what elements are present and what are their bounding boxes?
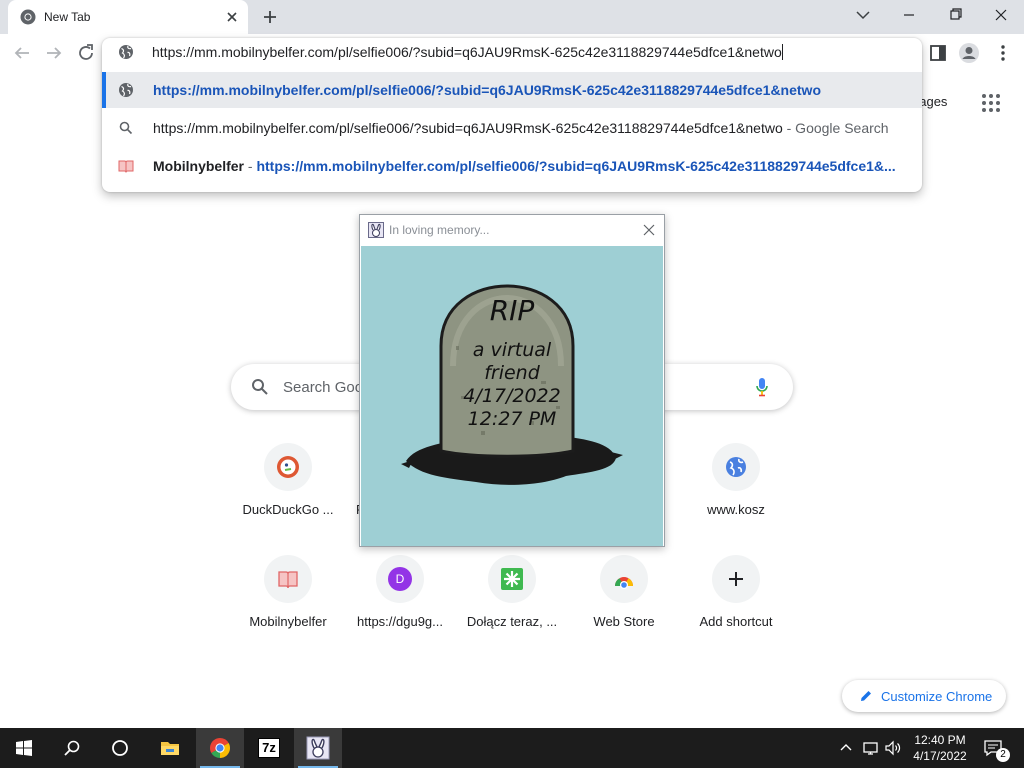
profile-avatar[interactable] — [958, 42, 980, 64]
shortcut-icon-circle: D — [376, 555, 424, 603]
tab-search-chevron-icon[interactable] — [840, 0, 886, 30]
shortcut-icon-circle — [712, 443, 760, 491]
task-view-icon — [112, 740, 128, 756]
shortcut-dolacz-teraz[interactable]: Dołącz teraz, ... — [456, 555, 568, 655]
microphone-icon[interactable] — [755, 377, 769, 397]
google-apps-icon[interactable] — [980, 92, 1002, 114]
shortcut-label: https://dgu9g... — [356, 614, 443, 629]
memorial-popup-window: In loving memory... RIP a virtual friend… — [359, 214, 665, 547]
plus-icon — [729, 572, 743, 586]
close-window-button[interactable] — [978, 0, 1024, 30]
address-bar[interactable]: https://mm.mobilnybelfer.com/pl/selfie00… — [102, 38, 922, 68]
network-icon[interactable] — [862, 740, 880, 756]
tomb-line-text: a virtual — [472, 339, 552, 361]
asterisk-icon — [501, 568, 523, 590]
taskbar-bunny-app[interactable] — [294, 728, 342, 768]
add-shortcut-button[interactable]: Add shortcut — [680, 555, 792, 655]
memorial-content: RIP a virtual friend 4/17/2022 12:27 PM — [361, 246, 663, 546]
file-explorer-icon — [161, 742, 179, 755]
close-tab-icon[interactable] — [224, 9, 240, 25]
shortcut-icon-circle — [264, 443, 312, 491]
windows-taskbar: 7z 12:40 PM 4/17/2022 2 — [0, 728, 1024, 768]
text-caret — [781, 44, 783, 60]
shortcut-label: Dołącz teraz, ... — [466, 614, 558, 629]
webstore-icon — [615, 577, 633, 589]
globe-icon — [726, 457, 746, 477]
omnibox-dropdown: https://mm.mobilnybelfer.com/pl/selfie00… — [102, 38, 922, 192]
shortcut-icon-circle — [712, 555, 760, 603]
minimize-button[interactable] — [886, 0, 932, 30]
new-tab-button[interactable] — [258, 6, 282, 28]
more-menu-icon[interactable] — [992, 42, 1014, 64]
shortcut-label: DuckDuckGo ... — [242, 502, 334, 517]
tomb-time-text: 12:27 PM — [467, 408, 557, 430]
tab-strip: New Tab — [0, 0, 1024, 34]
chrome-icon — [20, 9, 36, 25]
reload-button[interactable] — [73, 40, 99, 66]
tomb-rip-text: RIP — [489, 294, 535, 327]
globe-icon — [119, 83, 133, 97]
side-panel-icon[interactable] — [927, 42, 949, 64]
shortcut-mobilnybelfer[interactable]: Mobilnybelfer — [232, 555, 344, 655]
taskbar-chrome[interactable] — [196, 728, 244, 768]
tab-new-tab[interactable]: New Tab — [8, 0, 248, 34]
search-icon — [252, 379, 268, 395]
tomb-line-text: friend — [484, 362, 540, 384]
bunny-app-icon — [306, 736, 330, 760]
clock-date: 4/17/2022 — [913, 749, 967, 763]
suggestion-text: https://mm.mobilnybelfer.com/pl/selfie00… — [153, 82, 822, 98]
taskbar-7zip[interactable]: 7z — [245, 728, 293, 768]
chevron-up-icon[interactable] — [838, 740, 854, 756]
start-button[interactable] — [0, 728, 48, 768]
search-icon — [119, 121, 133, 135]
back-button[interactable] — [9, 40, 35, 66]
forward-button[interactable] — [41, 40, 67, 66]
taskbar-search-button[interactable] — [48, 728, 96, 768]
search-icon — [64, 740, 80, 756]
shortcut-label: www.kosz — [707, 502, 765, 517]
site-icon — [118, 160, 134, 173]
shortcut-web-store[interactable]: Web Store — [568, 555, 680, 655]
chrome-icon — [210, 738, 230, 758]
suggestion-text: https://mm.mobilnybelfer.com/pl/selfie00… — [153, 120, 889, 136]
restore-button[interactable] — [932, 0, 978, 30]
shortcut-duckduckgo[interactable]: DuckDuckGo ... — [232, 443, 344, 543]
customize-chrome-label: Customize Chrome — [881, 689, 993, 704]
windows-start-icon — [16, 740, 32, 756]
shortcut-www-kosz[interactable]: www.kosz — [680, 443, 792, 543]
close-icon[interactable] — [642, 223, 656, 237]
system-clock[interactable]: 12:40 PM 4/17/2022 — [904, 732, 976, 764]
shortcut-icon-circle — [488, 555, 536, 603]
tab-title: New Tab — [44, 10, 91, 24]
tomb-date-text: 4/17/2022 — [463, 385, 561, 407]
globe-icon — [119, 45, 133, 59]
pencil-icon — [861, 691, 871, 701]
clock-time: 12:40 PM — [914, 733, 966, 747]
site-icon — [278, 571, 298, 589]
shortcut-label: Web Store — [593, 614, 655, 629]
shortcut-label: Mobilnybelfer — [249, 614, 327, 629]
volume-icon[interactable] — [884, 740, 902, 756]
popup-title: In loving memory... — [389, 223, 490, 237]
shortcut-icon-circle — [600, 555, 648, 603]
bunny-app-icon — [368, 222, 384, 238]
7zip-icon: 7z — [258, 738, 280, 758]
suggestion-text: Mobilnybelfer - https://mm.mobilnybelfer… — [153, 158, 896, 174]
task-view-button[interactable] — [96, 728, 144, 768]
suggestion-mobilnybelfer-site[interactable]: Mobilnybelfer - https://mm.mobilnybelfer… — [102, 148, 922, 184]
search-placeholder: Search Goo — [283, 379, 364, 396]
shortcut-dgu9g[interactable]: D https://dgu9g... — [344, 555, 456, 655]
notification-badge: 2 — [996, 748, 1010, 762]
address-input[interactable]: https://mm.mobilnybelfer.com/pl/selfie00… — [152, 44, 783, 60]
letter-d-icon: D — [388, 567, 412, 591]
customize-chrome-button[interactable]: Customize Chrome — [842, 680, 1006, 712]
suggestion-url[interactable]: https://mm.mobilnybelfer.com/pl/selfie00… — [102, 72, 922, 108]
taskbar-file-explorer[interactable] — [146, 728, 194, 768]
shortcut-label: Add shortcut — [699, 614, 773, 629]
shortcut-icon-circle — [264, 555, 312, 603]
duckduckgo-icon — [277, 456, 299, 478]
suggestion-google-search[interactable]: https://mm.mobilnybelfer.com/pl/selfie00… — [102, 110, 922, 146]
